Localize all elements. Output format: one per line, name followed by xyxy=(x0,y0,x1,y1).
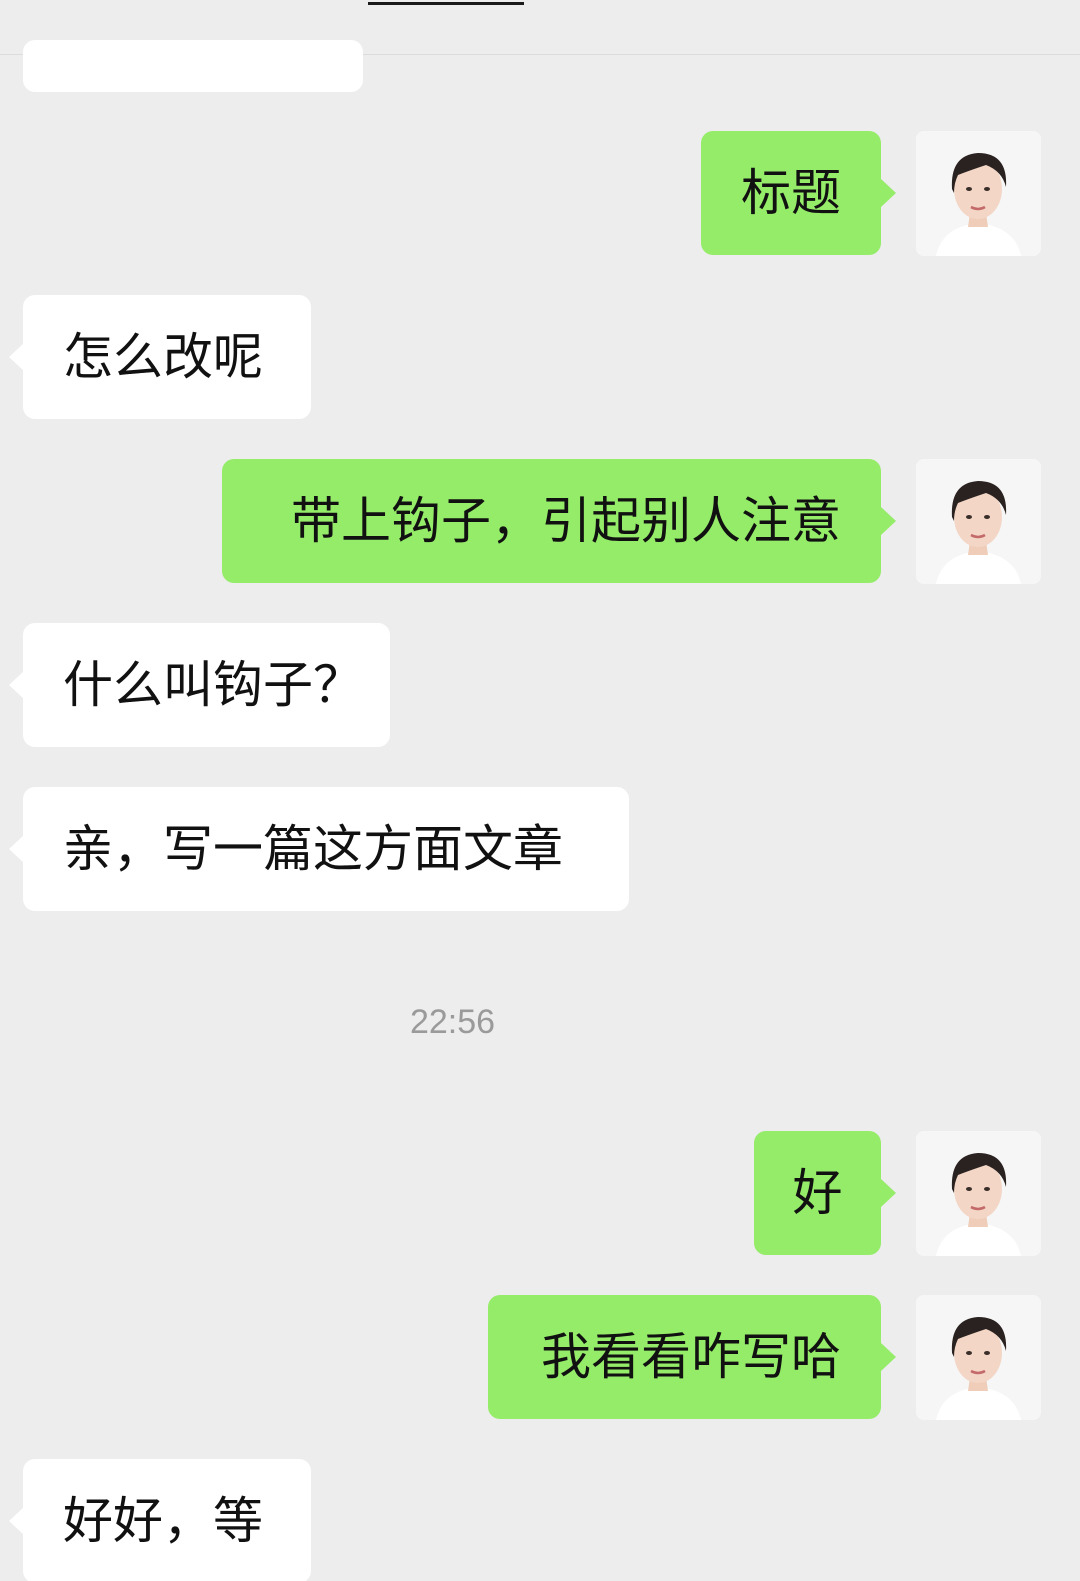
message-timestamp: 22:56 xyxy=(409,1003,496,1041)
message-bubble-sent[interactable]: 我看看咋写哈 xyxy=(488,1295,896,1419)
message-bubble-received[interactable]: 怎么改呢 xyxy=(9,295,311,419)
message-bubble-received[interactable]: 什么叫钩子？ xyxy=(9,623,390,747)
message-text: 标题 xyxy=(741,164,841,222)
message-text: 带上钩子，引起别人注意 xyxy=(291,492,841,550)
message-bubble-sent[interactable]: 标题 xyxy=(701,131,896,255)
message-text: 怎么改呢 xyxy=(63,328,263,386)
user-avatar-icon[interactable] xyxy=(916,131,1041,256)
user-avatar-icon[interactable] xyxy=(916,459,1041,584)
message-bubble-sent[interactable]: 好 xyxy=(754,1131,896,1255)
header-title-fragment xyxy=(368,0,524,5)
message-text: 我看看咋写哈 xyxy=(541,1328,841,1386)
user-avatar-icon[interactable] xyxy=(916,1295,1041,1420)
message-text: 什么叫钩子？ xyxy=(63,656,363,714)
message-text: 好 xyxy=(792,1164,843,1222)
message-bubble-sent[interactable]: 带上钩子，引起别人注意 xyxy=(222,459,896,583)
message-text: 亲，写一篇这方面文章 xyxy=(63,820,563,878)
message-bubble-received[interactable] xyxy=(23,40,363,92)
message-bubble-received[interactable]: 亲，写一篇这方面文章 xyxy=(9,787,629,911)
message-text: 好好，等 xyxy=(63,1492,263,1550)
message-bubble-received[interactable]: 好好，等 xyxy=(9,1459,311,1581)
user-avatar-icon[interactable] xyxy=(916,1131,1041,1256)
chat-screen: 标题 怎么改呢 带上钩子，引起别人注意 什么叫钩子？ 亲，写一篇这方面文章 22… xyxy=(0,0,1080,1581)
